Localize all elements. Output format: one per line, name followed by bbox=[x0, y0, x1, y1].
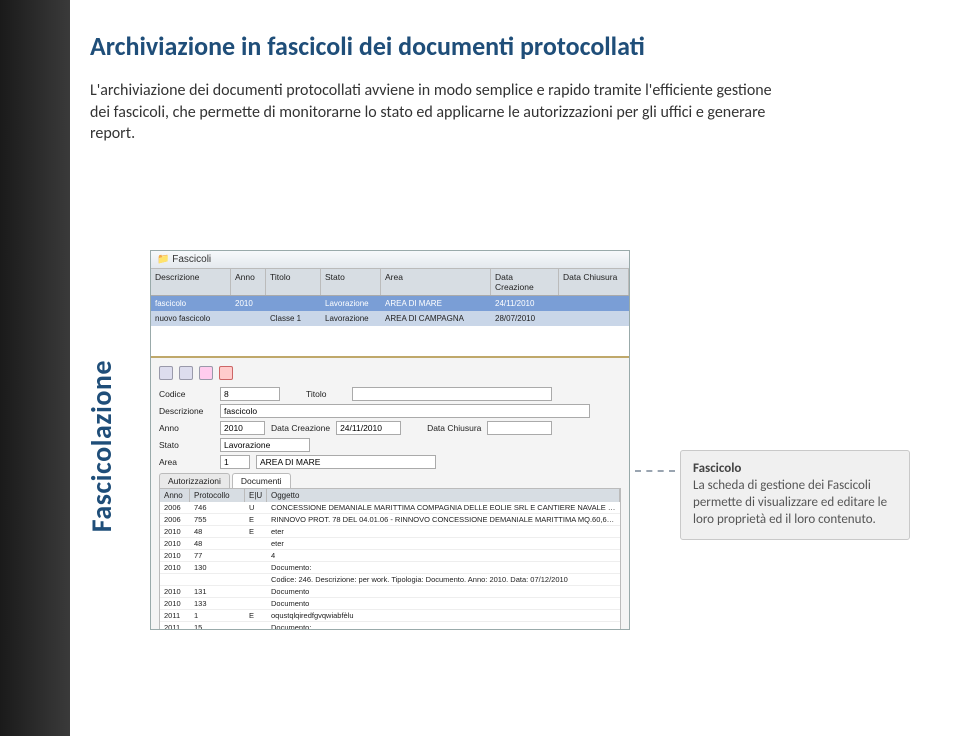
doc-row[interactable]: Codice: 246. Descrizione: per work. Tipo… bbox=[160, 574, 620, 586]
label-area: Area bbox=[159, 457, 214, 467]
callout-fascicolo: Fascicolo La scheda di gestione dei Fasc… bbox=[680, 450, 910, 540]
label-stato: Stato bbox=[159, 440, 214, 450]
col-anno[interactable]: Anno bbox=[231, 269, 266, 295]
intro-paragraph: L'archiviazione dei documenti protocolla… bbox=[90, 80, 790, 145]
grid-header: Descrizione Anno Titolo Stato Area Data … bbox=[151, 269, 629, 296]
doc-row[interactable]: 2006755ERINNOVO PROT. 78 DEL 04.01.06 - … bbox=[160, 514, 620, 526]
callout-connector bbox=[635, 470, 675, 472]
doc-col-anno[interactable]: Anno bbox=[160, 489, 190, 502]
col-stato[interactable]: Stato bbox=[321, 269, 381, 295]
label-titolo: Titolo bbox=[306, 389, 346, 399]
page-title: Archiviazione in fascicoli dei documenti… bbox=[90, 30, 920, 62]
col-area[interactable]: Area bbox=[381, 269, 491, 295]
area-code-field[interactable] bbox=[220, 455, 250, 469]
stato-field[interactable] bbox=[220, 438, 310, 452]
detail-form: Codice Titolo Descrizione Anno Data Crea… bbox=[151, 356, 629, 630]
nav-first-icon[interactable] bbox=[159, 366, 173, 380]
window-title: 📁 Fascicoli bbox=[151, 251, 629, 269]
doc-col-eu[interactable]: E|U bbox=[245, 489, 267, 502]
col-data-chiusura[interactable]: Data Chiusura bbox=[559, 269, 629, 295]
fascicoli-window: 📁 Fascicoli Descrizione Anno Titolo Stat… bbox=[150, 250, 630, 630]
edit-icon[interactable] bbox=[199, 366, 213, 380]
nav-prev-icon[interactable] bbox=[179, 366, 193, 380]
col-descrizione[interactable]: Descrizione bbox=[151, 269, 231, 295]
doc-col-protocollo[interactable]: Protocollo bbox=[190, 489, 245, 502]
documents-list: Anno Protocollo E|U Oggetto 2006746UCONC… bbox=[159, 488, 621, 630]
grid-body: fascicolo 2010 Lavorazione AREA DI MARE … bbox=[151, 296, 629, 356]
tab-autorizzazioni[interactable]: Autorizzazioni bbox=[159, 473, 230, 488]
label-data-chiusura: Data Chiusura bbox=[427, 423, 481, 433]
data-creazione-field[interactable] bbox=[336, 421, 401, 435]
doc-row[interactable]: 2010774 bbox=[160, 550, 620, 562]
col-titolo[interactable]: Titolo bbox=[266, 269, 321, 295]
label-anno: Anno bbox=[159, 423, 214, 433]
folder-icon: 📁 bbox=[157, 254, 169, 265]
label-descrizione: Descrizione bbox=[159, 406, 214, 416]
main-content: Archiviazione in fascicoli dei documenti… bbox=[90, 30, 920, 145]
doc-row[interactable]: 2010133Documento bbox=[160, 598, 620, 610]
label-codice: Codice bbox=[159, 389, 214, 399]
area-desc-field[interactable] bbox=[256, 455, 436, 469]
doc-row[interactable]: 20111Eoqustqlqiredfgvqwiabfèlu bbox=[160, 610, 620, 622]
doc-row[interactable]: 201115Documento: bbox=[160, 622, 620, 630]
section-label-vertical: Fascicolazione bbox=[84, 360, 119, 532]
decorative-left-band bbox=[0, 0, 70, 736]
delete-icon[interactable] bbox=[219, 366, 233, 380]
sub-tabs: Autorizzazioni Documenti bbox=[159, 473, 621, 488]
table-row[interactable]: nuovo fascicolo Classe 1 Lavorazione ARE… bbox=[151, 311, 629, 326]
codice-field[interactable] bbox=[220, 387, 280, 401]
callout-body: La scheda di gestione dei Fascicoli perm… bbox=[693, 478, 887, 527]
anno-field[interactable] bbox=[220, 421, 265, 435]
doc-row[interactable]: 2010131Documento bbox=[160, 586, 620, 598]
data-chiusura-field[interactable] bbox=[487, 421, 552, 435]
col-data-creazione[interactable]: Data Creazione bbox=[491, 269, 559, 295]
titolo-field[interactable] bbox=[352, 387, 552, 401]
label-data-creazione: Data Creazione bbox=[271, 423, 330, 433]
descrizione-field[interactable] bbox=[220, 404, 590, 418]
form-toolbar bbox=[159, 364, 621, 384]
tab-documenti[interactable]: Documenti bbox=[232, 473, 291, 488]
doc-col-oggetto[interactable]: Oggetto bbox=[267, 489, 620, 502]
callout-title: Fascicolo bbox=[693, 461, 741, 476]
doc-row[interactable]: 201048eter bbox=[160, 538, 620, 550]
doc-row[interactable]: 201048Eeter bbox=[160, 526, 620, 538]
table-row[interactable]: fascicolo 2010 Lavorazione AREA DI MARE … bbox=[151, 296, 629, 311]
doc-row[interactable]: 2010130Documento: bbox=[160, 562, 620, 574]
doc-row[interactable]: 2006746UCONCESSIONE DEMANIALE MARITTIMA … bbox=[160, 502, 620, 514]
